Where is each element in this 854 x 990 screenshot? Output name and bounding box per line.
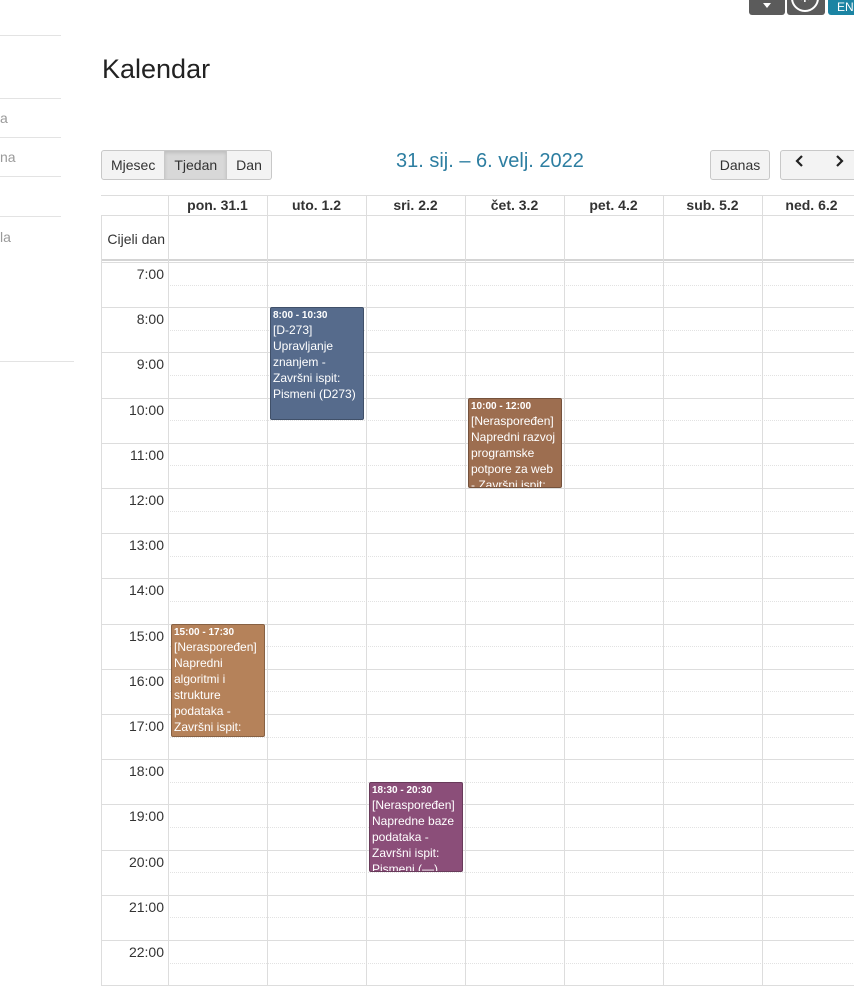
hour-line: [101, 940, 854, 941]
sidebar-item[interactable]: na: [0, 149, 16, 165]
day-column-line: [762, 195, 763, 985]
language-button[interactable]: EN: [828, 0, 854, 15]
hour-line: [101, 533, 854, 534]
day-header: pet. 4.2: [589, 197, 638, 213]
half-hour-line: [168, 737, 854, 738]
calendar-event[interactable]: 10:00 - 12:00 [Neraspoređen] Napredni raz…: [468, 398, 562, 488]
page-title: Kalendar: [102, 54, 211, 84]
day-column-line: [564, 195, 565, 985]
prev-week-button[interactable]: [780, 150, 820, 180]
half-hour-line: [168, 827, 854, 828]
day-column-line: [267, 195, 268, 985]
event-time: 18:30 - 20:30: [372, 785, 433, 796]
event-title: [Neraspoređen] Napredni razvoj programsk…: [471, 414, 556, 488]
sidebar-divider: [0, 98, 61, 99]
allday-separator: [101, 259, 854, 261]
hour-line: [101, 352, 854, 353]
time-label: 7:00: [136, 266, 164, 282]
sidebar-divider: [0, 176, 61, 177]
accessibility-button[interactable]: ✲: [787, 0, 825, 15]
language-label: EN: [837, 0, 854, 14]
half-hour-line: [168, 556, 854, 557]
hour-line: [101, 488, 854, 489]
week-calendar: Cijeli dan pon. 31.1 uto. 1.2 sri. 2.2 čet.…: [101, 195, 854, 990]
event-time: 10:00 - 12:00: [471, 401, 532, 412]
day-header: pon. 31.1: [187, 197, 248, 213]
hour-line: [101, 895, 854, 896]
event-time: 8:00 - 10:30: [273, 310, 328, 321]
half-hour-line: [168, 872, 854, 873]
time-label: 14:00: [128, 582, 164, 598]
half-hour-line: [168, 917, 854, 918]
half-hour-line: [168, 691, 854, 692]
event-time: 15:00 - 17:30: [174, 627, 235, 638]
time-label: 15:00: [128, 628, 164, 644]
calendar-event[interactable]: 18:30 - 20:30 [Neraspoređen] Napredne baz…: [369, 782, 463, 872]
next-week-button[interactable]: [819, 150, 854, 180]
grid-line: [101, 215, 854, 216]
event-title: [D-273] Upravljanje znanjem - Završni is…: [273, 323, 356, 401]
half-hour-line: [168, 782, 854, 783]
event-title: [Neraspoređen] Napredni algoritmi i stru…: [174, 640, 257, 734]
grid-border: [101, 215, 102, 985]
time-label: 8:00: [136, 311, 164, 327]
day-header: čet. 3.2: [490, 197, 539, 213]
half-hour-line: [168, 511, 854, 512]
grid-line: [101, 985, 854, 986]
day-column-line: [366, 195, 367, 985]
view-day-button[interactable]: Dan: [227, 150, 272, 180]
today-button[interactable]: Danas: [710, 150, 770, 180]
sidebar-divider: [0, 216, 61, 217]
time-label: 21:00: [128, 899, 164, 915]
chevron-right-icon: [835, 155, 844, 167]
time-label: 22:00: [128, 944, 164, 960]
time-label: 9:00: [136, 356, 164, 372]
chevron-left-icon: [795, 155, 803, 167]
sidebar-item[interactable]: a: [0, 110, 8, 126]
event-title: [Neraspoređen] Napredne baze podataka - …: [372, 798, 455, 872]
time-label: 20:00: [128, 854, 164, 870]
day-header: sub. 5.2: [686, 197, 739, 213]
hour-line: [101, 262, 854, 263]
hour-line: [101, 307, 854, 308]
half-hour-line: [168, 601, 854, 602]
day-header: sri. 2.2: [393, 197, 438, 213]
accessibility-icon: ✲: [791, 0, 819, 12]
hour-line: [101, 850, 854, 851]
time-label: 16:00: [128, 673, 164, 689]
time-label: 13:00: [128, 537, 164, 553]
sidebar-divider: [0, 35, 61, 36]
time-label: 17:00: [128, 718, 164, 734]
calendar-event[interactable]: 8:00 - 10:30 [D-273] Upravljanje znanjem …: [270, 307, 364, 420]
day-header: ned. 6.2: [785, 197, 838, 213]
day-column-line: [663, 195, 664, 985]
time-label: 12:00: [128, 492, 164, 508]
day-column-line: [465, 195, 466, 985]
day-column-line: [168, 195, 169, 985]
half-hour-line: [168, 646, 854, 647]
view-month-button[interactable]: Mjesec: [101, 150, 166, 180]
sidebar-item[interactable]: la: [0, 229, 11, 245]
date-range-title: 31. sij. – 6. velj. 2022: [396, 150, 584, 172]
time-label: 11:00: [130, 447, 164, 463]
half-hour-line: [168, 285, 854, 286]
sidebar-divider: [0, 137, 61, 138]
view-week-button[interactable]: Tjedan: [165, 150, 228, 180]
calendar-event[interactable]: 15:00 - 17:30 [Neraspoređen] Napredni alg…: [171, 624, 265, 737]
time-label: 19:00: [128, 808, 164, 824]
time-label: 10:00: [128, 402, 164, 418]
hour-line: [101, 804, 854, 805]
hour-line: [101, 759, 854, 760]
view-switcher: Mjesec Tjedan Dan: [101, 150, 272, 180]
half-hour-line: [168, 963, 854, 964]
allday-label: Cijeli dan: [107, 231, 165, 247]
day-header: uto. 1.2: [291, 197, 341, 213]
time-label: 18:00: [128, 763, 164, 779]
hour-line: [101, 578, 854, 579]
user-menu-button[interactable]: [749, 0, 785, 15]
chevron-down-icon: [763, 3, 771, 8]
sidebar-divider: [0, 361, 74, 362]
